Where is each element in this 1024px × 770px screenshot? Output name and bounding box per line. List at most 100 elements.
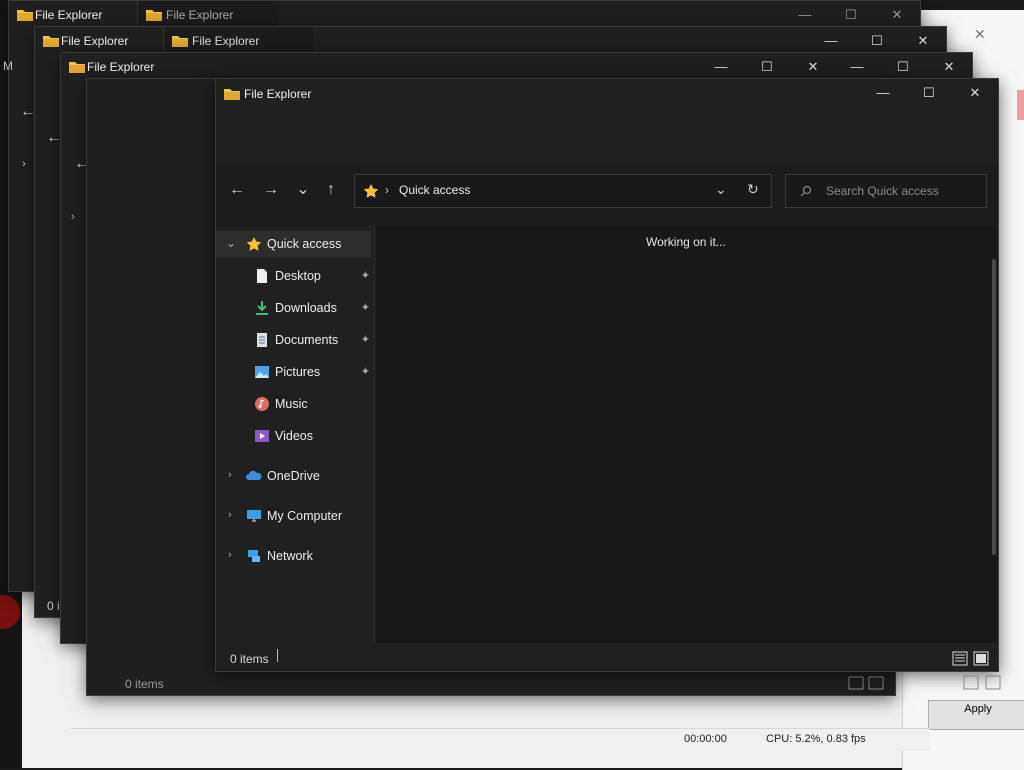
large-icons-view-icon[interactable]	[973, 651, 989, 666]
pictures-icon	[255, 366, 269, 378]
refresh-button[interactable]: ↻	[747, 181, 759, 198]
search-input[interactable]: Search Quick access	[785, 174, 987, 208]
minimize-button[interactable]: —	[698, 53, 744, 81]
content-pane[interactable]: Working on it...	[376, 225, 998, 643]
close-button[interactable]: ✕	[900, 27, 946, 55]
titlebar[interactable]: File Explorer File Explorer — ☐ ✕	[9, 1, 920, 29]
recent-locations-button[interactable]: ⌄	[290, 177, 316, 203]
sidebar-item-my-computer[interactable]: › My Computer	[216, 503, 374, 529]
downloads-icon	[256, 301, 268, 315]
folder-icon	[43, 36, 59, 47]
sidebar-item-label: Downloads	[275, 301, 337, 315]
details-view-icon[interactable]	[952, 651, 968, 666]
chevron-right-icon[interactable]: ›	[71, 211, 75, 223]
breadcrumb-quick-access[interactable]: Quick access	[399, 183, 470, 197]
folder-icon	[224, 89, 240, 100]
minimize-button[interactable]: —	[808, 27, 854, 55]
folder-icon	[69, 62, 85, 73]
documents-icon	[257, 333, 267, 347]
folder-icon	[146, 10, 162, 21]
music-icon	[255, 397, 269, 411]
sidebar-item-onedrive[interactable]: › OneDrive	[216, 463, 374, 489]
pin-icon: ✦	[360, 366, 370, 378]
sidebar-item-label: Quick access	[267, 237, 342, 251]
search-placeholder: Search Quick access	[826, 184, 939, 198]
sidebar-item-label: Videos	[275, 429, 313, 443]
sidebar-item-label: Documents	[275, 333, 339, 347]
sidebar-item-downloads[interactable]: Downloads ✦	[216, 295, 374, 321]
pin-icon: ✦	[360, 270, 370, 282]
maximize-button[interactable]: ☐	[854, 27, 900, 55]
cpu-readout: CPU: 5.2%, 0.83 fps	[766, 733, 866, 745]
background-app-accent	[1017, 90, 1024, 120]
status-divider	[277, 649, 278, 662]
folder-icon	[17, 10, 33, 21]
titlebar[interactable]: File Explorer File Explorer — ☐ ✕	[35, 27, 946, 55]
status-items: 0 items	[125, 677, 164, 691]
vertical-scrollbar[interactable]	[992, 259, 996, 555]
tab-title: File Explorer	[192, 34, 260, 48]
titlebar[interactable]: File Explorer — ☐ ✕ — ☐ ✕	[61, 53, 972, 81]
minimize-button[interactable]: —	[782, 1, 828, 29]
videos-icon	[255, 430, 269, 442]
titlebar[interactable]: File Explorer — ☐ ✕	[216, 79, 998, 165]
sidebar-item-desktop[interactable]: Desktop ✦	[216, 263, 374, 289]
status-items: 0 items	[230, 652, 269, 666]
maximize-button[interactable]: ☐	[906, 79, 952, 107]
chevron-right-icon[interactable]: ›	[228, 549, 232, 561]
view-toggle-icon[interactable]	[962, 674, 1006, 692]
pin-icon: ✦	[360, 334, 370, 346]
chevron-right-icon[interactable]: ›	[228, 469, 232, 481]
chevron-right-icon[interactable]: ›	[228, 509, 232, 521]
chevron-down-icon[interactable]: ⌄	[226, 236, 236, 250]
address-bar[interactable]: › Quick access ⌄ ↻	[354, 174, 772, 208]
apply-button[interactable]: Apply	[928, 700, 1024, 730]
toolbar: ← → ⌄ ↑ › Quick access ⌄ ↻ Search Quick …	[216, 165, 998, 217]
address-dropdown-button[interactable]: ⌄	[715, 181, 727, 198]
sidebar-item-label: OneDrive	[267, 469, 320, 483]
close-button[interactable]: ✕	[790, 53, 836, 81]
sidebar-item-label: Desktop	[275, 269, 321, 283]
folder-icon	[172, 36, 188, 47]
sidebar-item-documents[interactable]: Documents ✦	[216, 327, 374, 353]
tab-file-explorer[interactable]: File Explorer	[163, 27, 314, 55]
close-button[interactable]: ✕	[926, 53, 972, 81]
explorer-window-front: File Explorer — ☐ ✕ ← → ⌄ ↑ › Quick acce…	[215, 78, 999, 672]
sidebar-item-label: My Computer	[267, 509, 343, 523]
status-items: 0 i	[47, 599, 60, 613]
network-icon	[248, 550, 260, 562]
sidebar-item-videos[interactable]: Videos	[216, 423, 374, 449]
window-title: File Explorer	[87, 60, 155, 74]
minimize-button[interactable]: —	[860, 79, 906, 107]
sidebar-item-pictures[interactable]: Pictures ✦	[216, 359, 374, 385]
status-bar: 0 items	[216, 643, 998, 671]
background-app-close-icon[interactable]: ✕	[974, 26, 986, 43]
window-title: File Explorer	[35, 8, 103, 22]
close-button[interactable]: ✕	[952, 79, 998, 107]
view-toggle-icon[interactable]	[847, 675, 887, 691]
up-button[interactable]: ↑	[318, 177, 344, 203]
sidebar-item-quick-access[interactable]: ⌄ Quick access	[216, 231, 371, 257]
sidebar-item-network[interactable]: › Network	[216, 543, 374, 569]
time-readout: 00:00:00	[684, 733, 727, 745]
pin-icon: ✦	[360, 302, 370, 314]
sidebar-item-label: Network	[267, 549, 313, 563]
background-app-statusbar: 00:00:00 CPU: 5.2%, 0.83 fps	[70, 728, 930, 751]
search-icon	[800, 185, 812, 197]
maximize-button[interactable]: ☐	[880, 53, 926, 81]
breadcrumb-separator: ›	[385, 183, 389, 197]
minimize-button[interactable]: —	[834, 53, 880, 81]
maximize-button[interactable]: ☐	[744, 53, 790, 81]
tab-file-explorer[interactable]: File Explorer	[137, 1, 278, 29]
background-letter: M	[3, 59, 13, 73]
back-button[interactable]: ←	[224, 177, 250, 203]
close-button[interactable]: ✕	[874, 1, 920, 29]
tab-title: File Explorer	[166, 8, 234, 22]
sidebar-item-label: Pictures	[275, 365, 321, 379]
navigation-pane: ⌄ Quick access Desktop ✦ Downloads ✦ Doc…	[216, 225, 375, 643]
forward-button[interactable]: →	[258, 177, 284, 203]
maximize-button[interactable]: ☐	[828, 1, 874, 29]
sidebar-item-music[interactable]: Music	[216, 391, 374, 417]
view-toggle-icon	[952, 651, 989, 666]
window-title: File Explorer	[61, 34, 129, 48]
